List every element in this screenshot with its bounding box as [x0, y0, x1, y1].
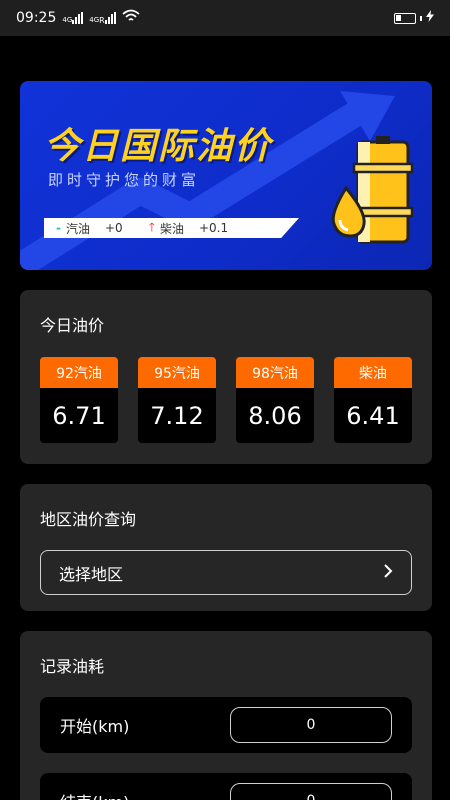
chevron-right-icon [383, 563, 393, 582]
region-query-card: 地区油价查询 选择地区 [20, 484, 432, 611]
select-region-button[interactable]: 选择地区 [40, 550, 412, 595]
end-km-label: 结束(km) [60, 789, 129, 800]
status-bar: 09:25 4G 4G R [0, 0, 450, 36]
up-arrow-icon: 🡑 [148, 219, 155, 234]
oil-price-value: 8.06 [236, 388, 314, 443]
start-km-input[interactable]: 0 [230, 707, 392, 743]
today-prices-card: 今日油价 92汽油 6.71 95汽油 7.12 98汽油 8.06 柴油 6.… [20, 290, 432, 464]
diesel-change-value: +0.1 [198, 221, 229, 235]
banner-subtitle: 即时守护您的财富 [48, 171, 201, 189]
gasoline-change-value: +0 [105, 221, 123, 235]
status-time: 09:25 [16, 10, 57, 26]
oil-price-row: 92汽油 6.71 95汽油 7.12 98汽油 8.06 柴油 6.41 [20, 336, 432, 443]
wifi-icon [122, 9, 140, 27]
oil-type-label: 92汽油 [40, 357, 118, 388]
end-km-row: 结束(km) 0 [40, 773, 412, 800]
oil-price-value: 6.71 [40, 388, 118, 443]
oil-type-label: 柴油 [334, 357, 412, 388]
oil-price-item: 柴油 6.41 [334, 357, 412, 443]
charging-icon [426, 10, 434, 26]
flat-icon: - [56, 221, 61, 235]
oil-barrel-icon [331, 136, 414, 244]
oil-type-label: 95汽油 [138, 357, 216, 388]
region-query-title: 地区油价查询 [40, 510, 137, 529]
oil-price-value: 7.12 [138, 388, 216, 443]
battery-tip [420, 15, 422, 21]
diesel-change: 🡑 柴油 +0.1 [148, 218, 229, 238]
select-region-label: 选择地区 [59, 564, 124, 584]
signal-icon: 4G [62, 12, 84, 24]
signal-tag: 4G [89, 16, 100, 24]
end-km-input[interactable]: 0 [230, 783, 392, 800]
oil-price-item: 92汽油 6.71 [40, 357, 118, 443]
today-prices-title: 今日油价 [40, 316, 105, 335]
price-change-strip: - 汽油 +0 🡑 柴油 +0.1 [44, 218, 299, 238]
gasoline-change: - 汽油 +0 [56, 220, 123, 237]
battery-icon [394, 12, 416, 24]
fuel-record-title: 记录油耗 [40, 657, 105, 676]
banner-title: 今日国际油价 [44, 126, 273, 167]
oil-price-item: 98汽油 8.06 [236, 357, 314, 443]
start-km-row: 开始(km) 0 [40, 697, 412, 753]
oil-price-banner: 今日国际油价 即时守护您的财富 - 汽油 +0 🡑 柴油 +0.1 [20, 81, 432, 270]
main-content: 今日国际油价 即时守护您的财富 - 汽油 +0 🡑 柴油 +0.1 今日油价 9… [0, 36, 450, 800]
fuel-record-card: 记录油耗 开始(km) 0 结束(km) 0 [20, 631, 432, 800]
signal-icon: 4G R [89, 12, 116, 25]
oil-type-label: 98汽油 [236, 357, 314, 388]
gasoline-label: 汽油 [65, 221, 90, 236]
signal-tag: 4G [62, 16, 73, 24]
oil-price-value: 6.41 [334, 388, 412, 443]
diesel-label: 柴油 [159, 221, 184, 236]
start-km-label: 开始(km) [60, 717, 130, 736]
oil-price-item: 95汽油 7.12 [138, 357, 216, 443]
